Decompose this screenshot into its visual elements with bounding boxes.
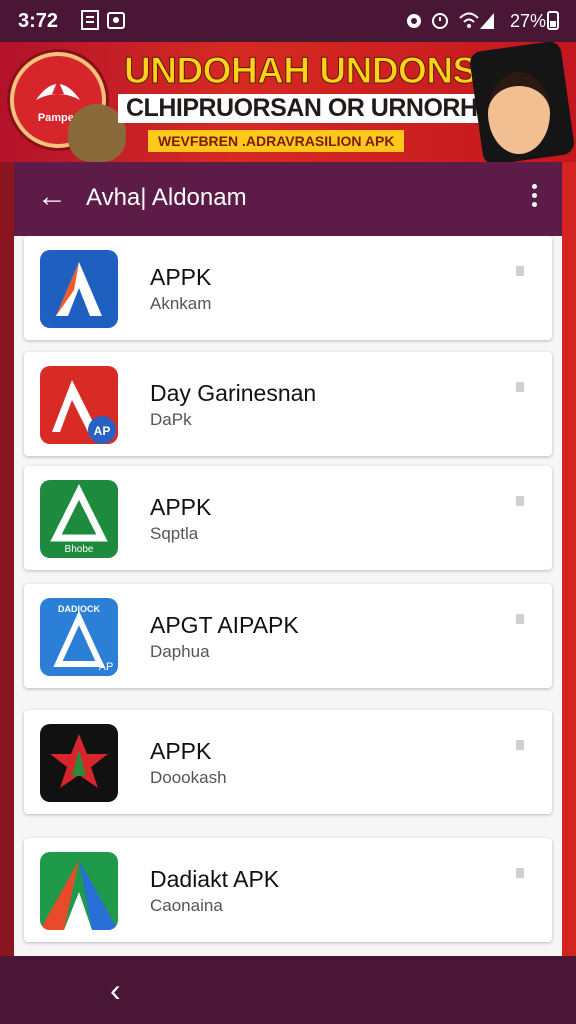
battery-icon [546,9,566,31]
bookmark-icon[interactable] [516,496,524,506]
banner-tagline: WEVFBREN .ADRAVRASILION APK [148,130,405,152]
status-time: 3:72 [18,10,59,32]
app-icon [40,724,118,802]
app-list[interactable]: APPK Aknkam AP Day Garinesnan DaPk Bhobe… [14,236,562,956]
app-icon-label: AP [99,661,114,673]
alarm-icon [404,9,424,31]
back-arrow-icon[interactable]: ← [34,180,70,216]
app-icon [40,250,118,328]
app-name: APPK [150,264,212,290]
list-item[interactable]: APPK Aknkam [24,236,552,340]
app-name: APGT AIPAPK [150,612,299,638]
bookmark-icon[interactable] [516,614,524,624]
app-bar: ← Avha| Aldonam [14,162,562,236]
bookmark-icon[interactable] [516,382,524,392]
more-options-icon[interactable] [522,180,546,216]
app-icon [40,852,118,930]
list-item[interactable]: APPK Doookash [24,710,552,814]
background-right-edge [562,162,576,962]
app-subtitle: DaPk [150,410,192,429]
app-subtitle: Sqptla [150,524,199,543]
background-left-edge [0,162,14,962]
app-subtitle: Daphua [150,642,210,661]
app-icon-label: AP [94,424,111,438]
list-item[interactable]: Bhobe APPK Sqptla [24,466,552,570]
nav-back-icon[interactable]: ‹ [110,972,140,1008]
person-image [488,72,550,154]
status-bar: 3:72 27% [0,0,576,42]
notes-icon [80,9,100,31]
app-name: Dadiakt APK [150,866,280,892]
app-name: APPK [150,738,212,764]
app-icon: DADIOCK AP [40,598,118,676]
battery-level: 27% [509,11,546,31]
app-name: APPK [150,494,212,520]
bookmark-icon[interactable] [516,868,524,878]
app-name: Day Garinesnan [150,380,317,406]
app-icon: Bhobe [40,480,118,558]
list-item[interactable]: AP Day Garinesnan DaPk [24,352,552,456]
app-icon: AP [40,366,118,444]
promo-banner[interactable]: Pamper UNDOHAH UNDONSIAN CLHIPRUORSAN OR… [0,42,576,162]
list-item[interactable]: Dadiakt APK Caonaina [24,838,552,942]
signal-icon [478,9,498,31]
gallery-icon [106,9,126,31]
app-subtitle: Doookash [150,768,227,787]
system-nav-bar: ‹ [0,956,576,1024]
app-subtitle: Caonaina [150,896,223,915]
page-title: Avha| Aldonam [86,184,247,211]
bookmark-icon[interactable] [516,266,524,276]
clock-icon [430,9,450,31]
list-item[interactable]: DADIOCK AP APGT AIPAPK Daphua [24,584,552,688]
wifi-icon [458,9,479,31]
bookmark-icon[interactable] [516,740,524,750]
app-subtitle: Aknkam [150,294,212,313]
app-icon-label: Bhobe [65,544,94,555]
